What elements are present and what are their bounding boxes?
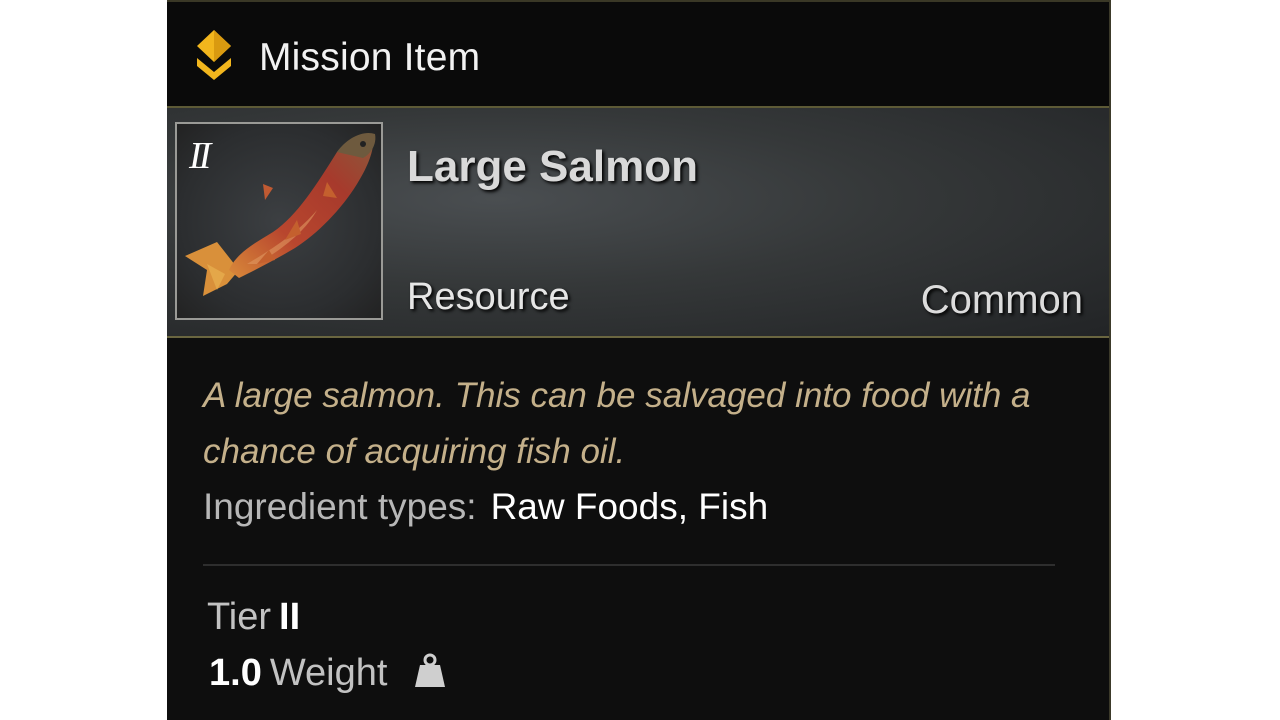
- ingredient-types: Ingredient types: Raw Foods, Fish: [203, 486, 768, 528]
- weight-icon: [414, 653, 445, 687]
- tier-stat: Tier II: [207, 596, 300, 639]
- item-description: A large salmon. This can be salvaged int…: [203, 376, 1031, 471]
- divider: [203, 564, 1055, 566]
- item-name: Large Salmon: [407, 142, 698, 191]
- weight-label: Weight: [269, 652, 388, 694]
- tooltip-header: Mission Item: [167, 2, 1109, 108]
- item-banner: II Large Salmon Resource Common: [167, 108, 1109, 338]
- ingredient-types-label: Ingredient types:: [203, 486, 477, 527]
- ingredient-types-value: Raw Foods, Fish: [490, 486, 769, 527]
- weight-value: 1.0: [209, 652, 262, 694]
- mission-chevron-icon: [197, 30, 231, 80]
- weight-stat: 1.0 Weight: [209, 652, 446, 695]
- item-rarity: Common: [920, 278, 1083, 322]
- tier-value: II: [279, 596, 301, 638]
- item-tier-badge: II: [189, 135, 211, 177]
- item-image-frame: II: [175, 122, 383, 320]
- item-category: Resource: [407, 276, 570, 318]
- tier-label: Tier: [207, 596, 272, 638]
- item-tooltip: Mission Item II Large Salmon Resource Co…: [167, 0, 1111, 720]
- mission-item-label: Mission Item: [259, 36, 481, 79]
